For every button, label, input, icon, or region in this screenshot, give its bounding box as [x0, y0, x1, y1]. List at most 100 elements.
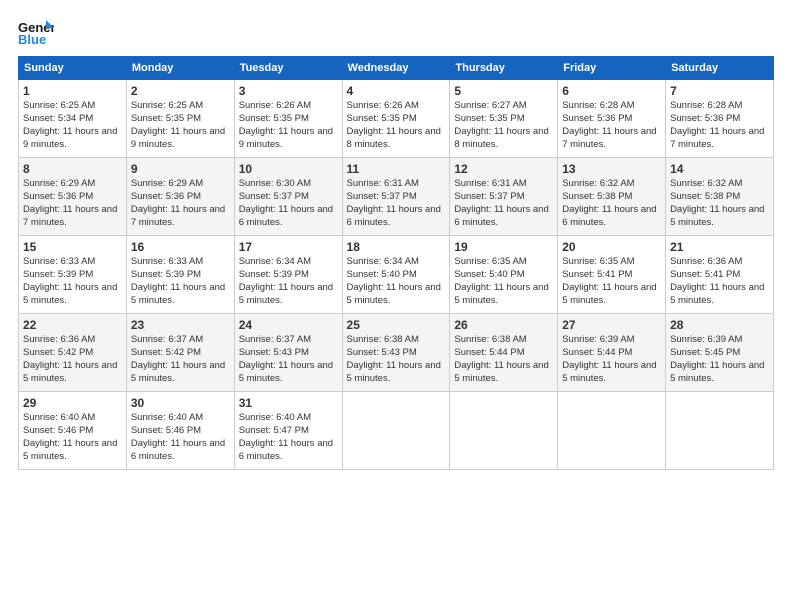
calendar-cell: 2Sunrise: 6:25 AMSunset: 5:35 PMDaylight…: [126, 80, 234, 158]
day-number: 2: [131, 83, 230, 99]
calendar-cell: 25Sunrise: 6:38 AMSunset: 5:43 PMDayligh…: [342, 314, 450, 392]
day-info: Sunrise: 6:38 AM: [347, 334, 446, 347]
day-info: Sunrise: 6:28 AM: [562, 100, 661, 113]
day-info: Sunset: 5:44 PM: [454, 347, 553, 360]
day-info: Sunset: 5:38 PM: [670, 191, 769, 204]
calendar-cell: 24Sunrise: 6:37 AMSunset: 5:43 PMDayligh…: [234, 314, 342, 392]
day-number: 21: [670, 239, 769, 255]
weekday-header-thursday: Thursday: [450, 57, 558, 80]
weekday-header-friday: Friday: [558, 57, 666, 80]
day-number: 23: [131, 317, 230, 333]
day-number: 14: [670, 161, 769, 177]
day-info: Daylight: 11 hours and 8 minutes.: [347, 126, 446, 152]
day-info: Daylight: 11 hours and 6 minutes.: [239, 438, 338, 464]
day-info: Sunrise: 6:28 AM: [670, 100, 769, 113]
day-info: Daylight: 11 hours and 6 minutes.: [562, 204, 661, 230]
day-info: Sunrise: 6:29 AM: [23, 178, 122, 191]
day-info: Daylight: 11 hours and 5 minutes.: [562, 282, 661, 308]
day-info: Sunrise: 6:34 AM: [239, 256, 338, 269]
day-number: 31: [239, 395, 338, 411]
day-info: Sunset: 5:37 PM: [239, 191, 338, 204]
day-info: Sunset: 5:40 PM: [347, 269, 446, 282]
weekday-header-tuesday: Tuesday: [234, 57, 342, 80]
day-info: Sunset: 5:35 PM: [239, 113, 338, 126]
day-info: Daylight: 11 hours and 6 minutes.: [131, 438, 230, 464]
day-info: Sunrise: 6:33 AM: [23, 256, 122, 269]
day-info: Daylight: 11 hours and 7 minutes.: [23, 204, 122, 230]
calendar-cell: 14Sunrise: 6:32 AMSunset: 5:38 PMDayligh…: [666, 158, 774, 236]
day-info: Sunset: 5:37 PM: [454, 191, 553, 204]
day-info: Sunset: 5:34 PM: [23, 113, 122, 126]
day-info: Daylight: 11 hours and 5 minutes.: [23, 360, 122, 386]
calendar-cell: 27Sunrise: 6:39 AMSunset: 5:44 PMDayligh…: [558, 314, 666, 392]
day-number: 22: [23, 317, 122, 333]
day-info: Sunset: 5:35 PM: [347, 113, 446, 126]
day-info: Daylight: 11 hours and 5 minutes.: [670, 204, 769, 230]
day-info: Daylight: 11 hours and 9 minutes.: [239, 126, 338, 152]
day-number: 18: [347, 239, 446, 255]
day-info: Sunset: 5:39 PM: [239, 269, 338, 282]
day-info: Sunrise: 6:25 AM: [131, 100, 230, 113]
calendar-cell: 19Sunrise: 6:35 AMSunset: 5:40 PMDayligh…: [450, 236, 558, 314]
day-info: Sunset: 5:46 PM: [23, 425, 122, 438]
day-info: Daylight: 11 hours and 5 minutes.: [131, 360, 230, 386]
day-info: Daylight: 11 hours and 5 minutes.: [454, 282, 553, 308]
day-info: Sunset: 5:36 PM: [23, 191, 122, 204]
calendar-cell: 28Sunrise: 6:39 AMSunset: 5:45 PMDayligh…: [666, 314, 774, 392]
calendar-cell: 9Sunrise: 6:29 AMSunset: 5:36 PMDaylight…: [126, 158, 234, 236]
day-info: Daylight: 11 hours and 7 minutes.: [131, 204, 230, 230]
day-info: Daylight: 11 hours and 5 minutes.: [454, 360, 553, 386]
day-info: Sunrise: 6:35 AM: [454, 256, 553, 269]
day-info: Sunset: 5:44 PM: [562, 347, 661, 360]
day-number: 19: [454, 239, 553, 255]
weekday-header-monday: Monday: [126, 57, 234, 80]
calendar-cell: 26Sunrise: 6:38 AMSunset: 5:44 PMDayligh…: [450, 314, 558, 392]
day-info: Daylight: 11 hours and 5 minutes.: [347, 360, 446, 386]
day-info: Sunset: 5:39 PM: [23, 269, 122, 282]
day-info: Sunset: 5:41 PM: [670, 269, 769, 282]
day-info: Sunset: 5:40 PM: [454, 269, 553, 282]
calendar-cell: 20Sunrise: 6:35 AMSunset: 5:41 PMDayligh…: [558, 236, 666, 314]
day-info: Sunset: 5:42 PM: [131, 347, 230, 360]
day-number: 9: [131, 161, 230, 177]
day-number: 7: [670, 83, 769, 99]
day-info: Sunrise: 6:37 AM: [239, 334, 338, 347]
calendar-cell: 11Sunrise: 6:31 AMSunset: 5:37 PMDayligh…: [342, 158, 450, 236]
calendar-cell: 17Sunrise: 6:34 AMSunset: 5:39 PMDayligh…: [234, 236, 342, 314]
calendar-cell: 7Sunrise: 6:28 AMSunset: 5:36 PMDaylight…: [666, 80, 774, 158]
calendar-cell: 8Sunrise: 6:29 AMSunset: 5:36 PMDaylight…: [19, 158, 127, 236]
calendar-cell: 4Sunrise: 6:26 AMSunset: 5:35 PMDaylight…: [342, 80, 450, 158]
day-info: Sunset: 5:38 PM: [562, 191, 661, 204]
day-info: Sunset: 5:46 PM: [131, 425, 230, 438]
weekday-header-sunday: Sunday: [19, 57, 127, 80]
day-info: Sunrise: 6:40 AM: [239, 412, 338, 425]
day-info: Sunrise: 6:39 AM: [562, 334, 661, 347]
day-number: 27: [562, 317, 661, 333]
day-info: Sunset: 5:36 PM: [670, 113, 769, 126]
day-info: Daylight: 11 hours and 5 minutes.: [562, 360, 661, 386]
calendar-cell: 10Sunrise: 6:30 AMSunset: 5:37 PMDayligh…: [234, 158, 342, 236]
day-info: Sunset: 5:47 PM: [239, 425, 338, 438]
calendar-cell: [666, 392, 774, 470]
day-number: 5: [454, 83, 553, 99]
day-number: 6: [562, 83, 661, 99]
day-info: Sunset: 5:42 PM: [23, 347, 122, 360]
calendar-cell: 23Sunrise: 6:37 AMSunset: 5:42 PMDayligh…: [126, 314, 234, 392]
day-info: Sunrise: 6:34 AM: [347, 256, 446, 269]
day-info: Sunrise: 6:40 AM: [131, 412, 230, 425]
day-info: Daylight: 11 hours and 6 minutes.: [454, 204, 553, 230]
day-info: Daylight: 11 hours and 6 minutes.: [347, 204, 446, 230]
day-info: Sunrise: 6:38 AM: [454, 334, 553, 347]
day-info: Sunrise: 6:39 AM: [670, 334, 769, 347]
day-info: Sunset: 5:41 PM: [562, 269, 661, 282]
day-number: 8: [23, 161, 122, 177]
day-info: Sunrise: 6:32 AM: [562, 178, 661, 191]
day-info: Sunrise: 6:27 AM: [454, 100, 553, 113]
day-number: 20: [562, 239, 661, 255]
day-info: Sunset: 5:43 PM: [347, 347, 446, 360]
day-info: Sunrise: 6:40 AM: [23, 412, 122, 425]
day-info: Daylight: 11 hours and 5 minutes.: [239, 282, 338, 308]
day-info: Sunrise: 6:25 AM: [23, 100, 122, 113]
day-number: 13: [562, 161, 661, 177]
day-info: Sunset: 5:35 PM: [131, 113, 230, 126]
